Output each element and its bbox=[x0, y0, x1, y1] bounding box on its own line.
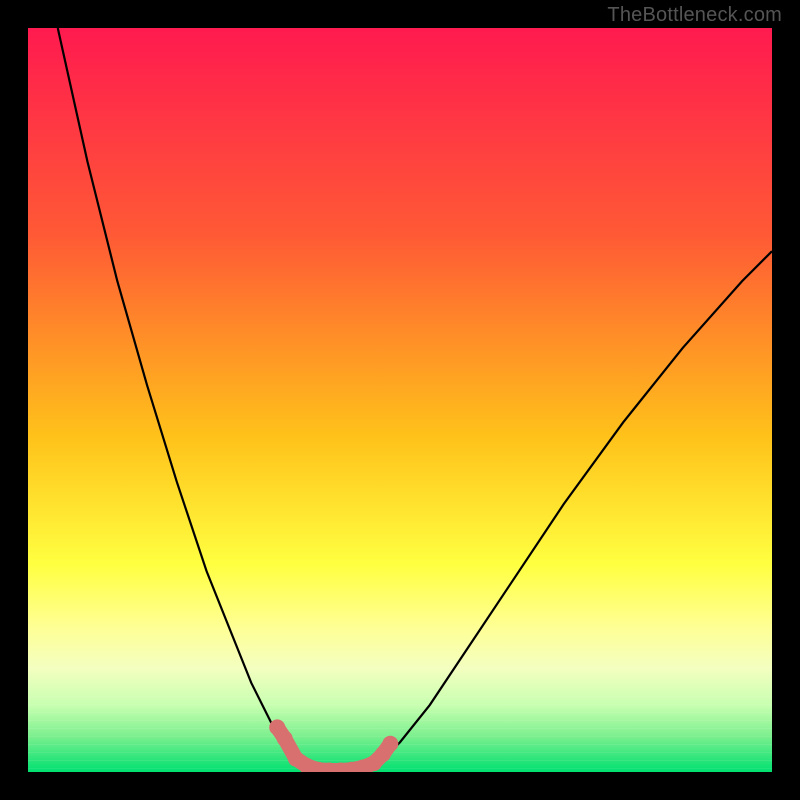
band-line bbox=[28, 712, 772, 713]
chart-svg bbox=[28, 28, 772, 772]
outer-frame: TheBottleneck.com bbox=[0, 0, 800, 800]
band-line bbox=[28, 744, 772, 745]
band-line bbox=[28, 768, 772, 769]
plot-area bbox=[28, 28, 772, 772]
marker-gap bbox=[283, 737, 287, 741]
band-line bbox=[28, 760, 772, 761]
marker-gap bbox=[372, 761, 376, 765]
band-line bbox=[28, 720, 772, 721]
band-line bbox=[28, 704, 772, 705]
marker-dot bbox=[382, 736, 398, 752]
band-line bbox=[28, 696, 772, 697]
band-line bbox=[28, 736, 772, 737]
marker-gap bbox=[381, 752, 385, 756]
gradient-background bbox=[28, 28, 772, 772]
watermark-text: TheBottleneck.com bbox=[607, 4, 782, 27]
band-line bbox=[28, 728, 772, 729]
marker-gap bbox=[305, 764, 309, 768]
band-line bbox=[28, 752, 772, 753]
